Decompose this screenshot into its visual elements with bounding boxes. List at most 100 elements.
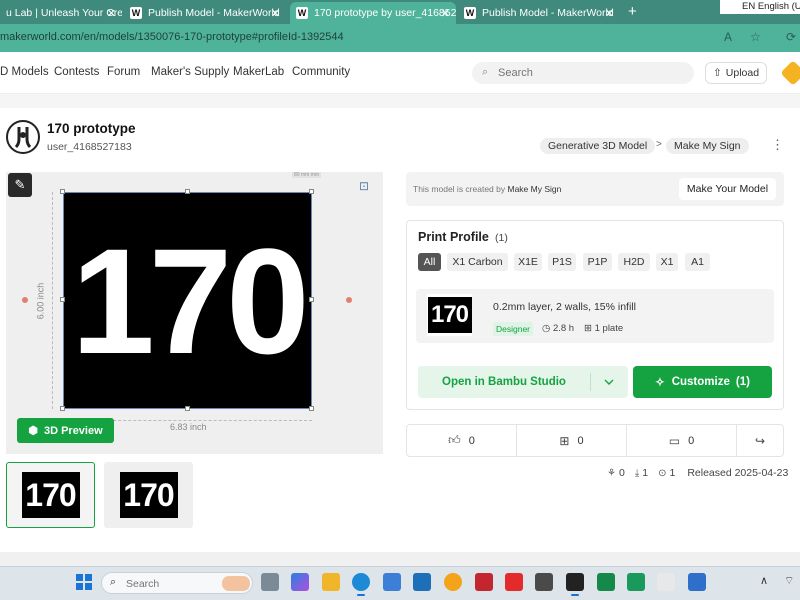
filter-x1[interactable]: X1 — [656, 253, 678, 271]
close-icon[interactable]: ✕ — [441, 7, 450, 20]
spreadsheet-icon[interactable] — [627, 573, 645, 591]
filter-p1s[interactable]: P1S — [548, 253, 576, 271]
language-indicator[interactable]: EN English (Unite — [720, 0, 800, 14]
nav-forum[interactable]: Forum — [107, 66, 140, 78]
height-guide — [52, 192, 53, 409]
chrome-icon[interactable] — [444, 573, 462, 591]
thumbnail-image: 170 — [427, 297, 472, 333]
open-in-bambu-studio-button[interactable]: Open in Bambu Studio — [418, 366, 628, 398]
sign-preview[interactable]: 170 — [63, 192, 312, 409]
resize-handle[interactable] — [185, 189, 190, 194]
download-icon: ⤓ — [634, 468, 640, 479]
reload-icon[interactable]: ⟳ — [786, 30, 796, 44]
search-input[interactable] — [498, 65, 678, 81]
resize-handle[interactable] — [309, 189, 314, 194]
new-tab-icon[interactable]: + — [628, 3, 637, 20]
amazon-icon[interactable] — [535, 573, 553, 591]
make-your-model-button[interactable]: Make Your Model — [679, 178, 776, 200]
customize-button[interactable]: ✧ Customize (1) — [633, 366, 772, 398]
nav-contests[interactable]: Contests — [54, 66, 99, 78]
chevron-up-icon[interactable]: ∧ — [760, 574, 768, 587]
makerworld-favicon-icon: W — [464, 7, 476, 19]
collect-button[interactable]: ⊞ 0 — [517, 425, 627, 456]
resize-handle[interactable] — [185, 406, 190, 411]
photos-icon[interactable] — [657, 573, 675, 591]
print-profile-count: (1) — [495, 232, 508, 244]
anchor-dot[interactable] — [346, 297, 352, 303]
site-search[interactable]: ⌕ — [472, 62, 694, 84]
upload-button[interactable]: ⇧ Upload — [705, 62, 767, 84]
upload-icon: ⇧ — [712, 67, 722, 79]
taskbar-search[interactable]: ⌕ — [101, 572, 253, 594]
resize-handle[interactable] — [309, 406, 314, 411]
thumbnail-text: 170 — [430, 301, 469, 328]
plate-count: ⊞ 1 plate — [584, 323, 623, 334]
browser-tab-active[interactable]: W 170 prototype by user_41685271 ✕ — [290, 2, 456, 24]
filter-h2d[interactable]: H2D — [618, 253, 650, 271]
breadcrumb-generative-3d-model[interactable]: Generative 3D Model — [540, 138, 656, 154]
3d-preview-button[interactable]: ⬢ 3D Preview — [17, 418, 114, 443]
task-view-icon[interactable] — [261, 573, 279, 591]
thumbnail-1[interactable]: 170 — [6, 462, 95, 528]
resize-handle[interactable] — [60, 406, 65, 411]
youtube-icon[interactable] — [505, 573, 523, 591]
magic-wand-icon[interactable]: ✎ — [8, 173, 32, 197]
resize-handle[interactable] — [309, 297, 314, 302]
anchor-dot[interactable] — [22, 297, 28, 303]
url-field[interactable]: makerworld.com/en/models/1350076-170-pro… — [0, 31, 344, 43]
focus-icon[interactable]: ⊡ — [359, 179, 369, 193]
filter-all[interactable]: All — [418, 253, 441, 271]
nav-community[interactable]: Community — [292, 66, 350, 78]
favorite-star-icon[interactable]: ☆ — [750, 30, 761, 44]
close-icon[interactable]: ✕ — [605, 7, 614, 20]
page-title: 170 prototype — [47, 121, 136, 136]
boost-icon: ⚘ — [607, 468, 616, 479]
chevron-down-icon[interactable] — [598, 374, 620, 390]
nav-3d-models[interactable]: D Models — [0, 66, 49, 78]
filter-x1-carbon[interactable]: X1 Carbon — [447, 253, 508, 271]
author-name[interactable]: user_4168527183 — [47, 141, 132, 153]
filter-p1p[interactable]: P1P — [583, 253, 612, 271]
divider — [0, 94, 800, 108]
python-icon[interactable] — [413, 573, 431, 591]
thumbnail-image: 170 — [119, 472, 178, 518]
tab-title: Publish Model - MakerWorld — [482, 7, 614, 19]
taskbar-search-input[interactable] — [126, 576, 216, 591]
divider — [0, 552, 800, 566]
resize-handle[interactable] — [60, 297, 65, 302]
boost-count: 0 — [618, 467, 625, 479]
close-icon[interactable]: ✕ — [107, 7, 116, 20]
thumbnail-2[interactable]: 170 — [104, 462, 193, 528]
more-options-icon[interactable]: ⋮ — [771, 137, 784, 153]
nav-makers-supply[interactable]: Maker's Supply — [151, 66, 229, 78]
read-aloud-icon[interactable]: A — [724, 30, 732, 44]
boost-stat: ⚘ 0 — [607, 467, 625, 479]
makerworld-app-icon[interactable] — [566, 573, 584, 596]
browser-tab[interactable]: W Publish Model - MakerWorld ✕ — [124, 2, 286, 24]
browser-tab[interactable]: W Publish Model - MakerWorld ✕ — [458, 2, 620, 24]
filter-x1e[interactable]: X1E — [514, 253, 542, 271]
file-explorer-icon[interactable] — [322, 573, 340, 591]
profile-description: 0.2mm layer, 2 walls, 15% infill — [493, 301, 636, 313]
nav-makerlab[interactable]: MakerLab — [233, 66, 284, 78]
security-shield-icon[interactable] — [688, 573, 706, 591]
network-icon[interactable]: ⌔ — [784, 574, 794, 588]
sheets-icon[interactable] — [597, 573, 615, 591]
store-icon[interactable] — [383, 573, 401, 591]
resize-handle[interactable] — [60, 189, 65, 194]
windows-start-icon[interactable] — [76, 574, 92, 590]
magic-wand-icon: ✧ — [655, 377, 665, 389]
filter-a1[interactable]: A1 — [685, 253, 710, 271]
like-button[interactable]: 👍︎ 0 — [407, 425, 517, 456]
copilot-icon[interactable] — [291, 573, 309, 591]
close-icon[interactable]: ✕ — [271, 7, 280, 20]
creator-app-link[interactable]: Make My Sign — [508, 184, 562, 194]
browser-tab[interactable]: u Lab | Unleash Your Creativ ✕ — [0, 2, 122, 24]
breadcrumb-make-my-sign[interactable]: Make My Sign — [666, 138, 749, 154]
comment-button[interactable]: ▭ 0 — [627, 425, 737, 456]
edge-browser-icon[interactable] — [352, 573, 370, 596]
mcafee-icon[interactable] — [475, 573, 493, 591]
share-button[interactable]: ↪ — [737, 425, 783, 456]
avatar[interactable] — [6, 120, 40, 154]
creator-note-prefix: This model is created by — [413, 184, 506, 194]
